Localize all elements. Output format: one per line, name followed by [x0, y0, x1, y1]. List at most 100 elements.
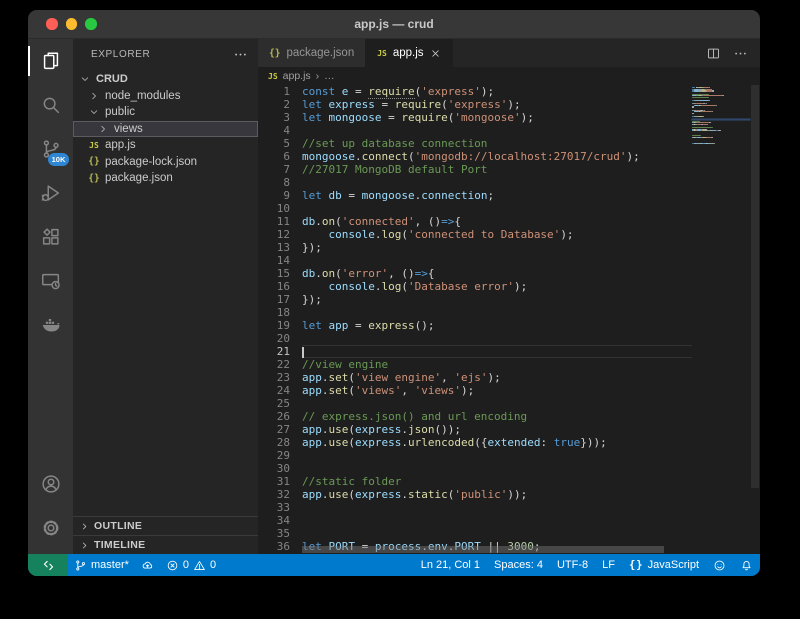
- tree-item-views[interactable]: views: [73, 121, 258, 138]
- split-editor-icon[interactable]: [706, 46, 721, 61]
- code-line-4[interactable]: 4: [258, 124, 692, 137]
- zoom-window-button[interactable]: [85, 18, 97, 30]
- tree-item-package-json[interactable]: {}package.json: [73, 170, 258, 187]
- tree-item-label: app.js: [105, 139, 136, 151]
- status-eol[interactable]: LF: [595, 554, 622, 576]
- code-line-28[interactable]: 28app.use(express.urlencoded({extended: …: [258, 436, 692, 449]
- tab-label: app.js: [393, 47, 424, 59]
- code-line-11[interactable]: 11db.on('connected', ()=>{: [258, 215, 692, 228]
- code-line-16[interactable]: 16 console.log('Database error');: [258, 280, 692, 293]
- code-line-33[interactable]: 33: [258, 501, 692, 514]
- code-editor[interactable]: 1const e = require('express');2let expre…: [258, 85, 760, 554]
- line-number: 26: [258, 410, 290, 423]
- status-language-mode[interactable]: {}JavaScript: [622, 554, 706, 576]
- line-content: console.log('Database error');: [302, 280, 692, 293]
- chevron-right-icon: [87, 89, 101, 103]
- code-line-17[interactable]: 17});: [258, 293, 692, 306]
- breadcrumb-file[interactable]: app.js: [283, 70, 311, 82]
- breadcrumb[interactable]: JS app.js › …: [258, 67, 760, 85]
- section-outline[interactable]: OUTLINE: [73, 516, 258, 535]
- status-sync[interactable]: [135, 554, 160, 576]
- line-content: [302, 449, 692, 462]
- code-line-18[interactable]: 18: [258, 306, 692, 319]
- code-line-13[interactable]: 13});: [258, 241, 692, 254]
- code-line-27[interactable]: 27app.use(express.json());: [258, 423, 692, 436]
- status-cursor-position[interactable]: Ln 21, Col 1: [414, 554, 487, 576]
- horizontal-scrollbar[interactable]: [302, 545, 692, 554]
- code-line-23[interactable]: 23app.set('view engine', 'ejs');: [258, 371, 692, 384]
- line-content: let app = express();: [302, 319, 692, 332]
- minimap[interactable]: [692, 86, 750, 554]
- minimize-window-button[interactable]: [66, 18, 78, 30]
- code-line-31[interactable]: 31//static folder: [258, 475, 692, 488]
- status-problems[interactable]: 00: [160, 554, 222, 576]
- tab-app-js[interactable]: JSapp.js: [366, 39, 452, 67]
- status-indentation[interactable]: Spaces: 4: [487, 554, 550, 576]
- vertical-scrollbar[interactable]: [750, 85, 760, 554]
- braces-icon: {}: [629, 559, 644, 571]
- code-line-6[interactable]: 6mongoose.connect('mongodb://localhost:2…: [258, 150, 692, 163]
- code-line-7[interactable]: 7//27017 MongoDB default Port: [258, 163, 692, 176]
- code-line-15[interactable]: 15db.on('error', ()=>{: [258, 267, 692, 280]
- code-line-35[interactable]: 35: [258, 527, 692, 540]
- activity-explorer[interactable]: [28, 39, 73, 83]
- activity-manage[interactable]: [28, 506, 73, 550]
- activity-remote-explorer[interactable]: [28, 259, 73, 303]
- code-line-20[interactable]: 20: [258, 332, 692, 345]
- line-number: 36: [258, 540, 290, 553]
- line-content: });: [302, 241, 692, 254]
- close-tab-icon[interactable]: [430, 48, 441, 59]
- status-git-branch[interactable]: master*: [68, 554, 135, 576]
- code-line-8[interactable]: 8: [258, 176, 692, 189]
- breadcrumb-rest[interactable]: …: [324, 70, 335, 82]
- code-line-12[interactable]: 12 console.log('connected to Database');: [258, 228, 692, 241]
- code-line-22[interactable]: 22//view engine: [258, 358, 692, 371]
- code-line-10[interactable]: 10: [258, 202, 692, 215]
- more-actions-icon[interactable]: [733, 46, 748, 61]
- code-line-19[interactable]: 19let app = express();: [258, 319, 692, 332]
- code-line-14[interactable]: 14: [258, 254, 692, 267]
- code-line-24[interactable]: 24app.set('views', 'views');: [258, 384, 692, 397]
- remote-indicator[interactable]: [28, 554, 68, 576]
- line-number: 7: [258, 163, 290, 176]
- tree-item-node-modules[interactable]: node_modules: [73, 88, 258, 105]
- line-number: 13: [258, 241, 290, 254]
- code-line-32[interactable]: 32app.use(express.static('public'));: [258, 488, 692, 501]
- code-line-34[interactable]: 34: [258, 514, 692, 527]
- status-label: LF: [602, 559, 615, 571]
- line-number: 6: [258, 150, 290, 163]
- activity-source-control[interactable]: 10K: [28, 127, 73, 171]
- status-feedback[interactable]: [706, 554, 733, 576]
- cloud-upload-icon: [141, 559, 154, 572]
- tab-package-json[interactable]: {}package.json: [258, 39, 366, 67]
- code-line-25[interactable]: 25: [258, 397, 692, 410]
- tree-item-crud[interactable]: CRUD: [73, 71, 258, 88]
- section-timeline[interactable]: TIMELINE: [73, 535, 258, 554]
- status-encoding[interactable]: UTF-8: [550, 554, 595, 576]
- code-line-3[interactable]: 3let mongoose = require('mongoose');: [258, 111, 692, 124]
- activity-extensions[interactable]: [28, 215, 73, 259]
- views-and-more-actions-button[interactable]: [233, 47, 248, 62]
- code-line-1[interactable]: 1const e = require('express');: [258, 85, 692, 98]
- activity-search[interactable]: [28, 83, 73, 127]
- code-line-29[interactable]: 29: [258, 449, 692, 462]
- line-content: app.set('view engine', 'ejs');: [302, 371, 692, 384]
- desktop-background: app.js — crud 10K EXPLORER CRUDnode_modu…: [0, 0, 800, 619]
- status-notifications[interactable]: [733, 554, 760, 576]
- code-line-5[interactable]: 5//set up database connection: [258, 137, 692, 150]
- line-content: [302, 397, 692, 410]
- line-number: 17: [258, 293, 290, 306]
- activity-run-debug[interactable]: [28, 171, 73, 215]
- activity-accounts[interactable]: [28, 462, 73, 506]
- code-line-2[interactable]: 2let express = require('express');: [258, 98, 692, 111]
- code-line-9[interactable]: 9let db = mongoose.connection;: [258, 189, 692, 202]
- code-line-30[interactable]: 30: [258, 462, 692, 475]
- code-line-26[interactable]: 26// express.json() and url encoding: [258, 410, 692, 423]
- line-number: 25: [258, 397, 290, 410]
- tree-item-package-lock-json[interactable]: {}package-lock.json: [73, 154, 258, 171]
- tree-item-public[interactable]: public: [73, 104, 258, 121]
- activity-docker[interactable]: [28, 303, 73, 347]
- close-window-button[interactable]: [46, 18, 58, 30]
- code-line-21[interactable]: 21: [258, 345, 692, 358]
- tree-item-app-js[interactable]: JSapp.js: [73, 137, 258, 154]
